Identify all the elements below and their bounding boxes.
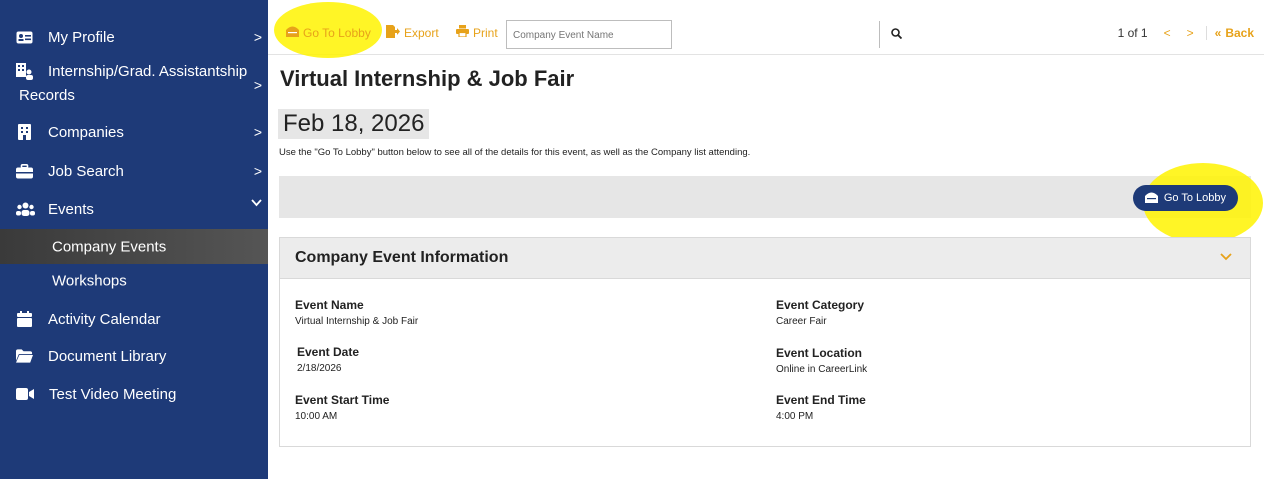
sidebar-item-activity-calendar[interactable]: Activity Calendar	[0, 304, 268, 334]
sidebar-item-label: Job Search	[48, 162, 124, 180]
id-card-icon	[16, 30, 33, 45]
double-chevron-left-icon: «	[1214, 26, 1222, 40]
field-value-event-name: Virtual Internship & Job Fair	[295, 316, 419, 327]
sidebar-item-label: Document Library	[48, 347, 167, 365]
search-input[interactable]	[513, 30, 633, 41]
go-to-lobby-label: Go To Lobby	[1163, 192, 1226, 204]
field-value-event-start-time: 10:00 AM	[295, 411, 338, 422]
pager: 1 of 1 < > « Back	[1118, 26, 1254, 40]
toolbar-export-button[interactable]: Export	[386, 25, 439, 41]
sidebar-item-my-profile[interactable]: My Profile >	[0, 22, 268, 52]
event-info-card: Company Event Information Event Name Vir…	[279, 237, 1251, 447]
sidebar-subitem-company-events[interactable]: Company Events	[0, 229, 268, 264]
event-date-badge: Feb 18, 2026	[278, 109, 430, 139]
users-icon	[16, 202, 35, 217]
toolbar-export-label: Export	[404, 26, 439, 40]
toolbar: Go To Lobby Export Print 1 of 1 < > « Ba…	[268, 2, 1264, 58]
sidebar-subitem-label: Workshops	[52, 272, 127, 290]
building-icon	[16, 124, 33, 140]
toolbar-go-to-lobby-button[interactable]: Go To Lobby	[286, 25, 371, 40]
sidebar-item-companies[interactable]: Companies >	[0, 117, 268, 147]
toolbar-print-button[interactable]: Print	[456, 25, 498, 40]
field-label-event-date: Event Date	[297, 345, 360, 359]
page-info: 1 of 1	[1117, 26, 1148, 40]
page-title: Virtual Internship & Job Fair	[280, 66, 575, 91]
sidebar-item-test-video-meeting[interactable]: Test Video Meeting	[0, 379, 268, 409]
chevron-down-icon[interactable]	[1220, 248, 1232, 264]
sidebar-item-label: Test Video Meeting	[49, 385, 177, 403]
export-icon	[386, 25, 400, 41]
sidebar-item-label: Events	[48, 200, 94, 218]
sidebar-subitem-workshops[interactable]: Workshops	[0, 266, 268, 296]
search-button[interactable]	[879, 21, 912, 48]
calendar-icon	[16, 311, 33, 327]
sidebar: My Profile > Internship/Grad. Assistants…	[0, 0, 268, 479]
sidebar-item-label: My Profile	[48, 28, 115, 46]
field-value-event-end-time: 4:00 PM	[776, 411, 814, 422]
sidebar-item-label: Companies	[48, 123, 124, 141]
lobby-icon	[286, 25, 299, 40]
field-label-event-category: Event Category	[776, 298, 865, 312]
search-icon	[890, 26, 902, 44]
field-value-event-location: Online in CareerLink	[776, 364, 868, 375]
lobby-icon	[1144, 191, 1158, 206]
next-page-button[interactable]: >	[1187, 26, 1194, 40]
field-label-event-start-time: Event Start Time	[295, 393, 390, 407]
sidebar-subitem-label: Company Events	[52, 238, 167, 255]
prev-page-button[interactable]: <	[1164, 26, 1171, 40]
chevron-right-icon: >	[253, 163, 262, 179]
toolbar-print-label: Print	[473, 25, 498, 40]
sidebar-item-events[interactable]: Events	[0, 194, 268, 224]
page-description: Use the "Go To Lobby" button below to se…	[279, 147, 751, 158]
printer-icon	[456, 25, 469, 40]
field-label-event-name: Event Name	[295, 298, 364, 312]
card-header[interactable]: Company Event Information	[280, 238, 1250, 279]
field-value-event-date: 2/18/2026	[297, 363, 342, 374]
sidebar-item-label: Activity Calendar	[48, 310, 161, 328]
go-to-lobby-button[interactable]: Go To Lobby	[1132, 185, 1238, 211]
sidebar-item-label-continued: Records	[19, 87, 75, 104]
lobby-action-bar: Go To Lobby	[279, 163, 1263, 243]
card-title: Company Event Information	[295, 249, 509, 266]
field-label-event-end-time: Event End Time	[776, 393, 866, 407]
sidebar-item-label: Internship/Grad. Assistantship	[48, 63, 248, 80]
video-icon	[16, 387, 34, 402]
briefcase-icon	[16, 163, 33, 179]
sidebar-item-internship-records[interactable]: Internship/Grad. Assistantship > Records	[0, 58, 268, 108]
field-label-event-location: Event Location	[776, 346, 863, 360]
field-value-event-category: Career Fair	[776, 316, 827, 327]
chevron-right-icon: >	[253, 77, 262, 93]
sidebar-item-job-search[interactable]: Job Search >	[0, 156, 268, 186]
back-button[interactable]: « Back	[1205, 26, 1254, 40]
records-icon	[16, 63, 33, 80]
search-box	[506, 20, 902, 49]
chevron-right-icon: >	[253, 29, 262, 45]
folder-icon	[16, 349, 33, 364]
sidebar-item-document-library[interactable]: Document Library	[0, 341, 268, 371]
toolbar-go-to-lobby-label: Go To Lobby	[303, 25, 371, 40]
back-label: Back	[1225, 26, 1254, 40]
chevron-right-icon: >	[253, 124, 262, 140]
chevron-down-icon	[251, 194, 262, 212]
